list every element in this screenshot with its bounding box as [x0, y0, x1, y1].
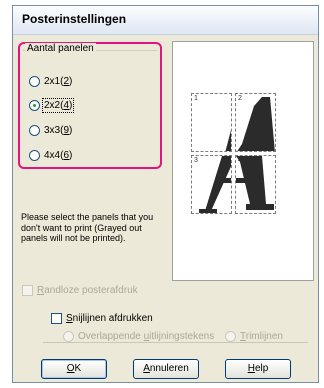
poster-settings-dialog: Posterinstellingen Aantal panelen 2x1(2)… — [12, 5, 319, 383]
borderless-poster-checkbox[interactable] — [22, 285, 33, 296]
radio-option-3x3[interactable]: 3x3(9) — [29, 123, 72, 137]
poster-letter-fragment — [225, 130, 231, 151]
radio-button[interactable] — [29, 149, 40, 161]
cancel-button[interactable]: Annuleren — [133, 359, 199, 379]
borderless-poster-checkbox-row: Randloze posterafdruk — [22, 285, 138, 296]
radio-button-selected[interactable] — [29, 99, 40, 111]
trim-lines-radio[interactable] — [225, 330, 236, 342]
overlap-marks-label: Overlappende uitlijningstekens — [78, 330, 215, 342]
radio-label: 2x1(2) — [44, 75, 73, 87]
radio-button[interactable] — [29, 75, 40, 87]
radio-option-2x2[interactable]: 2x2(4) — [29, 97, 75, 113]
instruction-text: Please select the panels that you don't … — [21, 212, 154, 243]
dialog-title: Posterinstellingen — [22, 12, 127, 26]
ok-button[interactable]: OK — [41, 359, 107, 379]
overlap-marks-radio[interactable] — [63, 330, 74, 342]
preview-panel-3[interactable]: 3 — [191, 155, 232, 214]
trim-lines-label: Trimlijnen — [240, 330, 283, 342]
panel-count-legend: Aantal panelen — [25, 43, 96, 54]
preview-panel-2[interactable]: 2 — [235, 93, 276, 152]
print-cut-lines-label: Snijlijnen afdrukken — [66, 313, 153, 324]
radio-label: 2x2(4) — [41, 97, 75, 113]
radio-option-2x1[interactable]: 2x1(2) — [29, 74, 72, 88]
preview-panel-4[interactable]: 4 — [235, 155, 276, 214]
radio-label: 4x4(6) — [44, 149, 73, 161]
poster-letter-fragment — [199, 156, 231, 213]
poster-letter-fragment — [237, 97, 275, 151]
borderless-poster-label: Randloze posterafdruk — [37, 285, 138, 296]
radio-option-4x4[interactable]: 4x4(6) — [29, 148, 72, 162]
trim-lines-option: Trimlijnen — [225, 329, 283, 343]
print-cut-lines-checkbox[interactable] — [51, 313, 62, 324]
poster-preview: 1 2 3 4 — [172, 41, 314, 281]
print-cut-lines-checkbox-row[interactable]: Snijlijnen afdrukken — [51, 313, 153, 324]
section-divider — [43, 342, 308, 343]
preview-panel-1[interactable]: 1 — [191, 93, 232, 152]
title-bar: Posterinstellingen — [13, 6, 318, 35]
help-button[interactable]: Help — [225, 359, 291, 379]
panel-count-group: Aantal panelen 2x1(2) 2x2(4) 3x3(9) 4x4(… — [18, 42, 162, 169]
radio-button[interactable] — [29, 124, 40, 136]
poster-letter-fragment — [236, 156, 274, 210]
radio-label: 3x3(9) — [44, 124, 73, 136]
overlap-marks-option: Overlappende uitlijningstekens — [63, 329, 214, 343]
